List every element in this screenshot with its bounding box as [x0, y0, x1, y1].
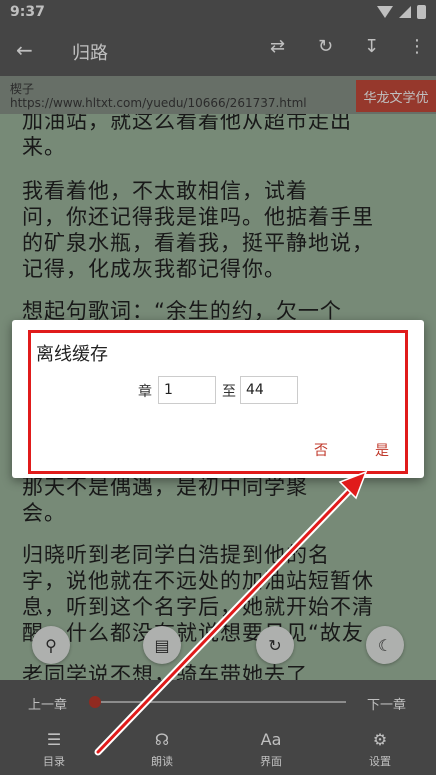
from-label: 章	[138, 384, 152, 400]
to-chapter-input[interactable]	[240, 376, 298, 404]
to-label: 至	[222, 384, 236, 400]
from-chapter-input[interactable]	[158, 376, 216, 404]
reader-app: 9:37 ← 归路 ⇄ ↻ ↧ ⋮ 楔子 https://www.hltxt.c…	[0, 0, 436, 775]
no-button[interactable]: 否	[314, 440, 328, 460]
offline-cache-dialog: 离线缓存 章 至 否 是	[12, 320, 424, 478]
dialog-title: 离线缓存	[36, 344, 108, 365]
yes-button[interactable]: 是	[375, 440, 389, 460]
chapter-range-row: 章 至	[12, 376, 424, 404]
